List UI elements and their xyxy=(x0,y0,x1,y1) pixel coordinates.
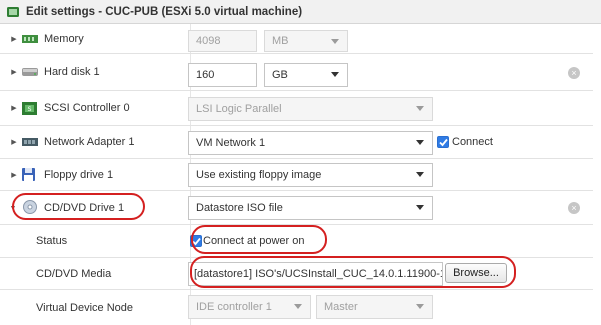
floppy-row: ▶ Floppy drive 1 Use existing floppy ima… xyxy=(0,159,593,191)
connect-at-power-on-checkbox[interactable] xyxy=(190,235,202,247)
ide-controller-value: IDE controller 1 xyxy=(196,301,272,313)
memory-value: 4098 xyxy=(196,35,221,47)
chevron-down-icon xyxy=(331,72,339,77)
network-select[interactable]: VM Network 1 xyxy=(188,131,433,155)
hard-disk-unit-select[interactable]: GB xyxy=(264,63,348,87)
hard-disk-size-value: 160 xyxy=(196,69,215,81)
hard-disk-icon xyxy=(22,66,42,78)
title-bar: Edit settings - CUC-PUB (ESXi 5.0 virtua… xyxy=(0,0,601,24)
network-adapter-icon xyxy=(22,136,42,148)
chevron-down-icon xyxy=(331,39,339,44)
cd-dvd-type-select[interactable]: Datastore ISO file xyxy=(188,196,433,220)
expand-arrow-icon[interactable]: ▶ xyxy=(10,104,18,112)
connect-at-power-on-label: Connect at power on xyxy=(203,235,305,247)
scsi-type-select[interactable]: LSI Logic Parallel xyxy=(188,97,433,121)
scsi-controller-icon: S xyxy=(22,102,42,115)
floppy-icon xyxy=(22,168,42,181)
browse-button-label: Browse... xyxy=(453,267,499,279)
svg-text:S: S xyxy=(28,106,32,113)
cd-dvd-icon xyxy=(23,200,43,214)
connect-checkbox[interactable] xyxy=(437,136,449,148)
chevron-down-icon xyxy=(416,304,424,309)
vm-icon xyxy=(6,5,20,19)
device-position-select[interactable]: Master xyxy=(316,295,433,319)
expand-arrow-icon[interactable]: ▶ xyxy=(10,35,18,43)
status-row: Status Connect at power on xyxy=(0,225,593,258)
remove-device-icon[interactable]: × xyxy=(568,67,580,79)
scsi-row: ▶ S SCSI Controller 0 LSI Logic Parallel xyxy=(0,91,593,126)
chevron-down-icon xyxy=(294,304,302,309)
connect-label: Connect xyxy=(452,136,493,148)
hard-disk-size-input[interactable]: 160 xyxy=(188,63,257,87)
memory-icon xyxy=(22,33,42,45)
status-label: Status xyxy=(36,235,68,247)
expand-arrow-icon[interactable]: ▶ xyxy=(10,68,18,76)
chevron-down-icon xyxy=(416,140,424,145)
network-value: VM Network 1 xyxy=(196,137,266,149)
expand-arrow-icon[interactable]: ▶ xyxy=(10,171,18,179)
cd-dvd-type-value: Datastore ISO file xyxy=(196,202,283,214)
memory-row: ▶ Memory 4098 MB xyxy=(0,24,593,54)
cd-dvd-media-label: CD/DVD Media xyxy=(36,267,112,280)
cd-dvd-label: CD/DVD Drive 1 xyxy=(44,201,125,214)
network-adapter-row: ▶ Network Adapter 1 VM Network 1 Connect xyxy=(0,126,593,159)
hard-disk-unit-value: GB xyxy=(272,69,288,81)
collapse-arrow-icon[interactable]: ▼ xyxy=(9,204,17,212)
hard-disk-label: Hard disk 1 xyxy=(44,66,100,78)
scsi-controller-label: SCSI Controller 0 xyxy=(44,102,130,114)
hard-disk-row: ▶ Hard disk 1 160 GB × xyxy=(0,54,593,91)
memory-input[interactable]: 4098 xyxy=(188,30,257,52)
network-adapter-label: Network Adapter 1 xyxy=(44,136,135,148)
expand-arrow-icon[interactable]: ▶ xyxy=(10,138,18,146)
iso-path-input[interactable]: [datastore1] ISO's/UCSInstall_CUC_14.0.1… xyxy=(188,262,443,286)
ide-controller-select[interactable]: IDE controller 1 xyxy=(188,295,311,319)
memory-unit-select[interactable]: MB xyxy=(264,30,348,52)
memory-unit-value: MB xyxy=(272,35,289,47)
window-title: Edit settings - CUC-PUB (ESXi 5.0 virtua… xyxy=(26,5,303,18)
browse-button[interactable]: Browse... xyxy=(445,263,507,283)
chevron-down-icon xyxy=(416,172,424,177)
remove-device-icon[interactable]: × xyxy=(568,202,580,214)
floppy-value: Use existing floppy image xyxy=(196,169,322,181)
device-position-value: Master xyxy=(324,301,358,313)
virtual-device-node-row: Virtual Device Node IDE controller 1 Mas… xyxy=(0,290,593,325)
cd-dvd-row: ▼ CD/DVD Drive 1 Datastore ISO file × xyxy=(0,191,593,225)
floppy-label: Floppy drive 1 xyxy=(44,168,114,181)
memory-label: Memory xyxy=(44,32,84,45)
chevron-down-icon xyxy=(416,106,424,111)
virtual-device-node-label: Virtual Device Node xyxy=(36,301,134,314)
chevron-down-icon xyxy=(416,205,424,210)
iso-path-value: [datastore1] ISO's/UCSInstall_CUC_14.0.1… xyxy=(194,268,443,280)
cd-dvd-media-row: CD/DVD Media [datastore1] ISO's/UCSInsta… xyxy=(0,258,593,290)
scsi-type-value: LSI Logic Parallel xyxy=(196,103,282,115)
floppy-select[interactable]: Use existing floppy image xyxy=(188,163,433,187)
